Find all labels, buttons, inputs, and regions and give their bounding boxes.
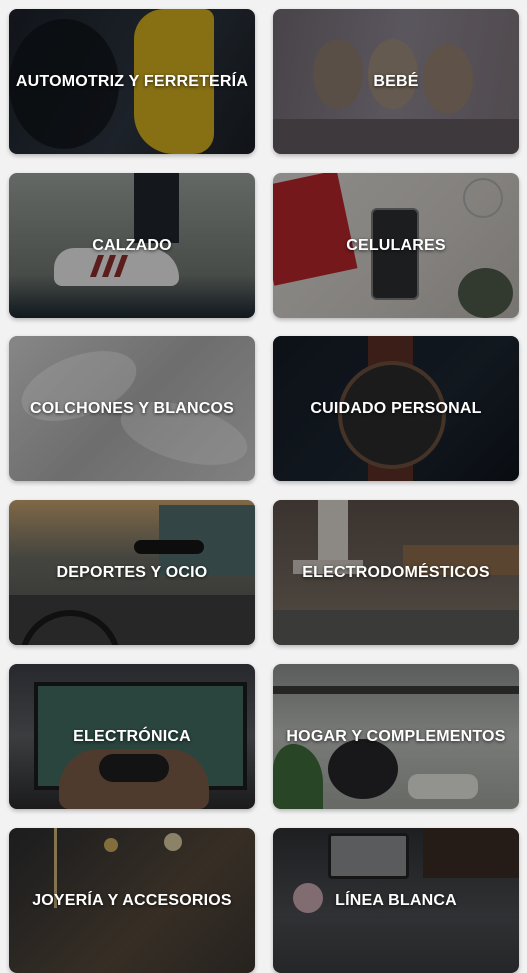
category-label: CUIDADO PERSONAL xyxy=(310,399,482,417)
category-card-joyeria[interactable]: JOYERÍA Y ACCESORIOS xyxy=(9,828,255,973)
category-label: ELECTRODOMÉSTICOS xyxy=(302,563,490,581)
category-card-linea-blanca[interactable]: LÍNEA BLANCA xyxy=(273,828,519,973)
category-card-celulares[interactable]: CELULARES xyxy=(273,173,519,318)
category-label: LÍNEA BLANCA xyxy=(335,891,457,909)
category-card-electrodomesticos[interactable]: ELECTRODOMÉSTICOS xyxy=(273,500,519,645)
category-label: DEPORTES Y OCIO xyxy=(56,563,208,581)
category-label: JOYERÍA Y ACCESORIOS xyxy=(32,891,232,909)
category-label: COLCHONES Y BLANCOS xyxy=(29,399,235,417)
category-card-bebe[interactable]: BEBÉ xyxy=(273,9,519,154)
category-card-deportes[interactable]: DEPORTES Y OCIO xyxy=(9,500,255,645)
category-label: HOGAR Y COMPLEMENTOS xyxy=(286,727,506,745)
category-card-calzado[interactable]: CALZADO xyxy=(9,173,255,318)
category-label: ELECTRÓNICA xyxy=(73,727,191,745)
category-label: CELULARES xyxy=(346,236,446,254)
category-label: CALZADO xyxy=(92,236,172,254)
category-grid: AUTOMOTRIZ Y FERRETERÍA BEBÉ CALZADO CEL… xyxy=(0,0,527,973)
category-card-colchones[interactable]: COLCHONES Y BLANCOS xyxy=(9,336,255,481)
category-label: AUTOMOTRIZ Y FERRETERÍA xyxy=(15,72,249,90)
category-card-cuidado[interactable]: CUIDADO PERSONAL xyxy=(273,336,519,481)
category-label: BEBÉ xyxy=(373,72,419,90)
category-card-electronica[interactable]: ELECTRÓNICA xyxy=(9,664,255,809)
category-card-automotriz[interactable]: AUTOMOTRIZ Y FERRETERÍA xyxy=(9,9,255,154)
category-card-hogar[interactable]: HOGAR Y COMPLEMENTOS xyxy=(273,664,519,809)
